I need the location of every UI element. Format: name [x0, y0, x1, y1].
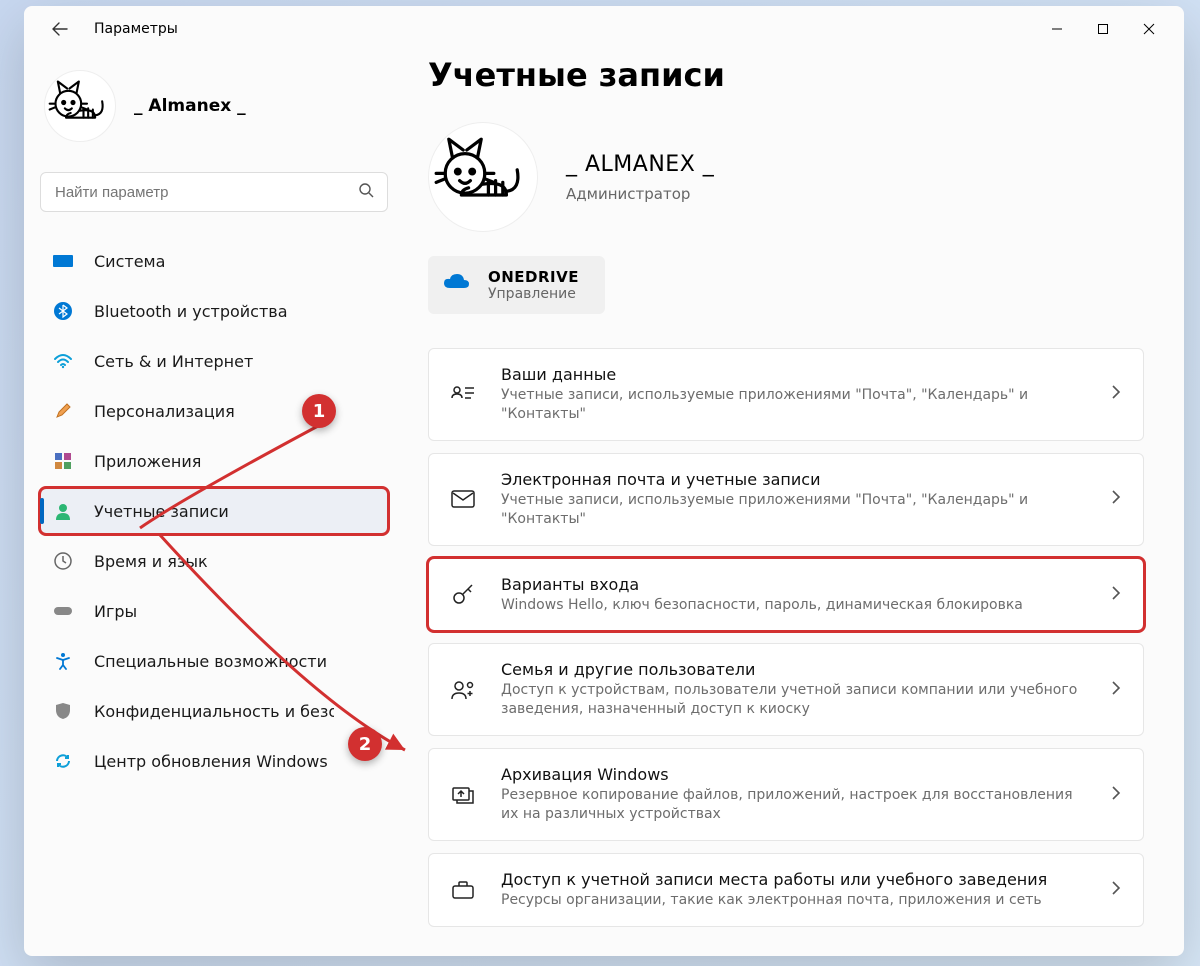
annotation-2: 2 — [348, 727, 382, 761]
apps-icon — [52, 450, 74, 472]
card-sub: Учетные записи, используемые приложениям… — [501, 386, 1087, 424]
card-title: Доступ к учетной записи места работы или… — [501, 870, 1087, 889]
gamepad-icon — [52, 600, 74, 622]
card-sub: Резервное копирование файлов, приложений… — [501, 786, 1087, 824]
accessibility-icon — [52, 650, 74, 672]
page-title: Учетные записи — [428, 56, 1144, 94]
sidebar: _ Almanex _ Система Bluetooth и устройст… — [24, 52, 404, 956]
envelope-icon — [449, 485, 477, 513]
nav-accessibility[interactable]: Специальные возможности — [40, 638, 388, 684]
nav-label: Персонализация — [94, 402, 235, 421]
chevron-right-icon — [1111, 680, 1121, 700]
nav-windows-update[interactable]: Центр обновления Windows — [40, 738, 388, 784]
bluetooth-icon — [52, 300, 74, 322]
nav-label: Система — [94, 252, 165, 271]
card-windows-backup[interactable]: Архивация Windows Резервное копирование … — [428, 748, 1144, 841]
chevron-right-icon — [1111, 489, 1121, 509]
onedrive-title: ONEDRIVE — [488, 268, 579, 286]
chevron-right-icon — [1111, 585, 1121, 605]
clock-globe-icon — [52, 550, 74, 572]
card-sub: Windows Hello, ключ безопасности, пароль… — [501, 596, 1087, 615]
card-title: Варианты входа — [501, 575, 1087, 594]
search-container — [40, 172, 388, 212]
profile-role: Администратор — [566, 185, 714, 203]
window-title: Параметры — [94, 21, 178, 37]
annotation-1: 1 — [302, 394, 336, 428]
search-input[interactable] — [40, 172, 388, 212]
sidebar-user-name: _ Almanex _ — [134, 96, 246, 116]
wifi-icon — [52, 350, 74, 372]
cat-avatar-icon — [429, 123, 537, 231]
chevron-right-icon — [1111, 785, 1121, 805]
nav-system[interactable]: Система — [40, 238, 388, 284]
nav-label: Специальные возможности — [94, 652, 327, 671]
card-title: Ваши данные — [501, 365, 1087, 384]
search-icon — [358, 182, 374, 202]
profile-avatar — [428, 122, 538, 232]
system-icon — [52, 250, 74, 272]
person-icon — [52, 500, 74, 522]
nav-label: Учетные записи — [94, 502, 229, 521]
nav-label: Bluetooth и устройства — [94, 302, 288, 321]
briefcase-icon — [449, 876, 477, 904]
nav-label: Центр обновления Windows — [94, 752, 328, 771]
back-button[interactable] — [44, 13, 76, 45]
nav-label: Время и язык — [94, 552, 208, 571]
onedrive-sub: Управление — [488, 286, 579, 302]
card-title: Семья и другие пользователи — [501, 660, 1087, 679]
nav-label: Игры — [94, 602, 137, 621]
nav-apps[interactable]: Приложения — [40, 438, 388, 484]
window-controls — [1034, 13, 1172, 45]
card-title: Архивация Windows — [501, 765, 1087, 784]
nav-label: Приложения — [94, 452, 201, 471]
close-button[interactable] — [1126, 13, 1172, 45]
backup-icon — [449, 781, 477, 809]
key-icon — [449, 581, 477, 609]
main-content: Учетные записи _ ALMANEX _ — [404, 52, 1184, 956]
close-icon — [1143, 23, 1155, 35]
card-sub: Доступ к устройствам, пользователи учетн… — [501, 681, 1087, 719]
card-sub: Учетные записи, используемые приложениям… — [501, 491, 1087, 529]
card-sign-in-options[interactable]: Варианты входа Windows Hello, ключ безоп… — [428, 558, 1144, 632]
chevron-right-icon — [1111, 384, 1121, 404]
card-sub: Ресурсы организации, такие как электронн… — [501, 891, 1087, 910]
onedrive-card[interactable]: ONEDRIVE Управление — [428, 256, 605, 314]
sidebar-user[interactable]: _ Almanex _ — [40, 52, 388, 172]
settings-window: Параметры — [24, 6, 1184, 956]
maximize-button[interactable] — [1080, 13, 1126, 45]
id-card-icon — [449, 380, 477, 408]
titlebar: Параметры — [24, 6, 1184, 52]
nav-accounts[interactable]: Учетные записи — [40, 488, 388, 534]
card-work-school[interactable]: Доступ к учетной записи места работы или… — [428, 853, 1144, 927]
nav-privacy[interactable]: Конфиденциальность и безопасность — [40, 688, 388, 734]
cards-list: Ваши данные Учетные записи, используемые… — [428, 348, 1144, 927]
nav-network[interactable]: Сеть & и Интернет — [40, 338, 388, 384]
card-email-accounts[interactable]: Электронная почта и учетные записи Учетн… — [428, 453, 1144, 546]
card-family[interactable]: Семья и другие пользователи Доступ к уст… — [428, 643, 1144, 736]
chevron-right-icon — [1111, 880, 1121, 900]
shield-icon — [52, 700, 74, 722]
nav-gaming[interactable]: Игры — [40, 588, 388, 634]
nav-label: Конфиденциальность и безопасность — [94, 702, 334, 721]
profile-name: _ ALMANEX _ — [566, 152, 714, 177]
profile-block: _ ALMANEX _ Администратор — [428, 122, 1144, 232]
brush-icon — [52, 400, 74, 422]
nav-label: Сеть & и Интернет — [94, 352, 253, 371]
minimize-icon — [1051, 23, 1063, 35]
card-your-info[interactable]: Ваши данные Учетные записи, используемые… — [428, 348, 1144, 441]
update-icon — [52, 750, 74, 772]
people-plus-icon — [449, 676, 477, 704]
nav: Система Bluetooth и устройства Сеть & и … — [40, 238, 388, 784]
card-title: Электронная почта и учетные записи — [501, 470, 1087, 489]
nav-bluetooth[interactable]: Bluetooth и устройства — [40, 288, 388, 334]
back-arrow-icon — [52, 21, 68, 37]
avatar — [44, 70, 116, 142]
cat-avatar-icon — [45, 71, 115, 141]
nav-time-language[interactable]: Время и язык — [40, 538, 388, 584]
maximize-icon — [1097, 23, 1109, 35]
minimize-button[interactable] — [1034, 13, 1080, 45]
onedrive-icon — [442, 274, 470, 296]
